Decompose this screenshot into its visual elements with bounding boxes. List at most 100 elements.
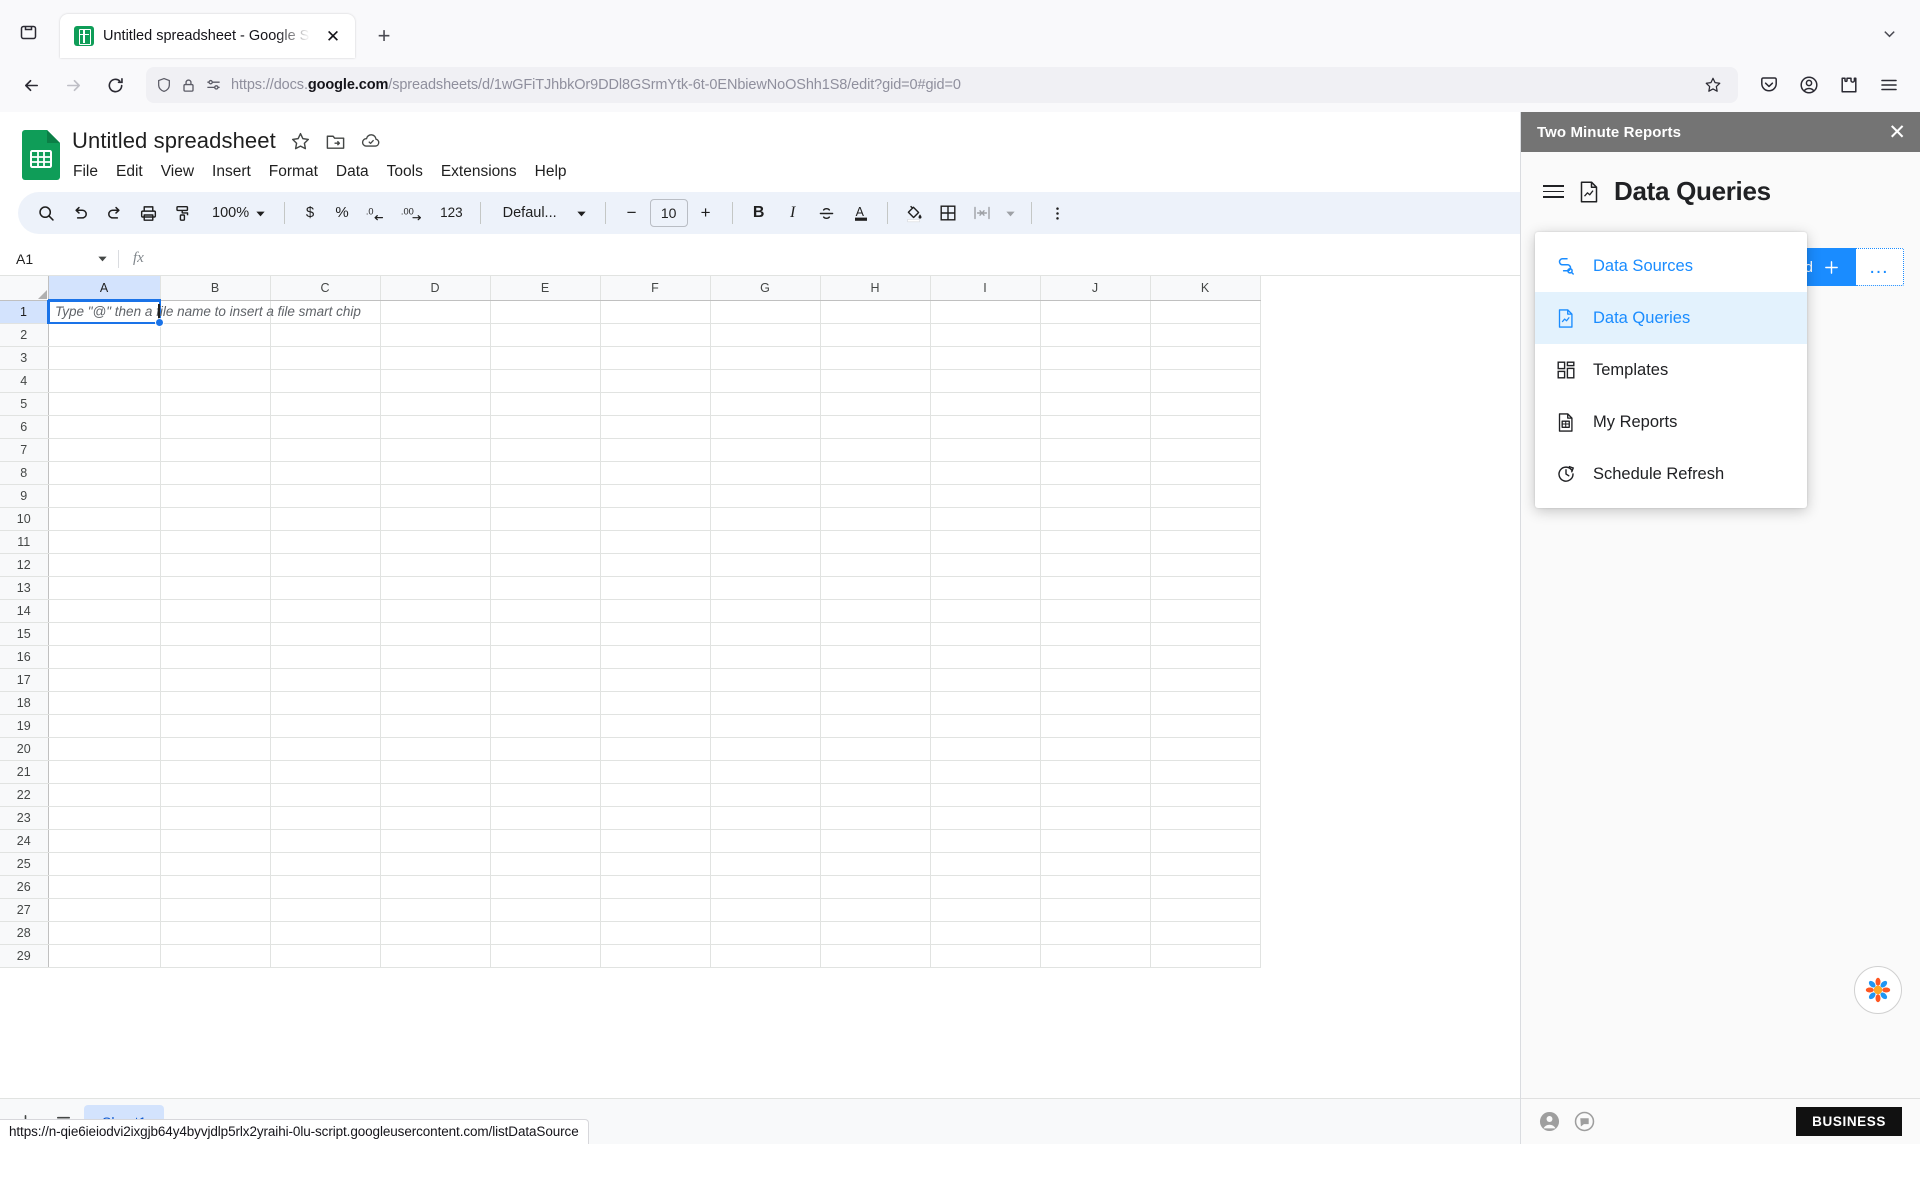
cell-F11[interactable] [600, 530, 711, 554]
cell-B29[interactable] [160, 944, 271, 968]
cell-J24[interactable] [1040, 829, 1151, 853]
cell-F3[interactable] [600, 346, 711, 370]
cell-H6[interactable] [820, 415, 931, 439]
cell-F7[interactable] [600, 438, 711, 462]
cell-K16[interactable] [1150, 645, 1261, 669]
cell-B4[interactable] [160, 369, 271, 393]
cell-F18[interactable] [600, 691, 711, 715]
cell-K15[interactable] [1150, 622, 1261, 646]
cell-E17[interactable] [490, 668, 601, 692]
cell-J3[interactable] [1040, 346, 1151, 370]
cell-E1[interactable] [490, 300, 601, 324]
column-header-b[interactable]: B [160, 276, 271, 301]
cell-C14[interactable] [270, 599, 381, 623]
cell-D9[interactable] [380, 484, 491, 508]
cell-K26[interactable] [1150, 875, 1261, 899]
cell-K5[interactable] [1150, 392, 1261, 416]
cell-F26[interactable] [600, 875, 711, 899]
cell-F20[interactable] [600, 737, 711, 761]
cell-E9[interactable] [490, 484, 601, 508]
cell-B3[interactable] [160, 346, 271, 370]
cell-E21[interactable] [490, 760, 601, 784]
row-header-21[interactable]: 21 [0, 760, 49, 784]
extensions-icon[interactable] [1830, 66, 1868, 104]
row-header-26[interactable]: 26 [0, 875, 49, 899]
row-header-14[interactable]: 14 [0, 599, 49, 623]
cell-J19[interactable] [1040, 714, 1151, 738]
row-header-1[interactable]: 1 [0, 300, 49, 324]
cell-B28[interactable] [160, 921, 271, 945]
cell-F27[interactable] [600, 898, 711, 922]
row-header-5[interactable]: 5 [0, 392, 49, 416]
cell-D5[interactable] [380, 392, 491, 416]
star-icon[interactable] [290, 131, 311, 152]
cell-D25[interactable] [380, 852, 491, 876]
cell-G11[interactable] [710, 530, 821, 554]
cell-D3[interactable] [380, 346, 491, 370]
cell-C8[interactable] [270, 461, 381, 485]
cell-J23[interactable] [1040, 806, 1151, 830]
cell-B24[interactable] [160, 829, 271, 853]
cell-A6[interactable] [48, 415, 161, 439]
menu-help[interactable]: Help [526, 159, 576, 185]
cell-A9[interactable] [48, 484, 161, 508]
cell-A17[interactable] [48, 668, 161, 692]
cell-H5[interactable] [820, 392, 931, 416]
row-header-16[interactable]: 16 [0, 645, 49, 669]
cell-J27[interactable] [1040, 898, 1151, 922]
row-header-24[interactable]: 24 [0, 829, 49, 853]
cell-C10[interactable] [270, 507, 381, 531]
cell-C5[interactable] [270, 392, 381, 416]
cell-E20[interactable] [490, 737, 601, 761]
menu-insert[interactable]: Insert [203, 159, 260, 185]
row-header-3[interactable]: 3 [0, 346, 49, 370]
cell-A19[interactable] [48, 714, 161, 738]
cell-D13[interactable] [380, 576, 491, 600]
cell-K20[interactable] [1150, 737, 1261, 761]
cell-A14[interactable] [48, 599, 161, 623]
redo-icon[interactable] [98, 197, 130, 229]
cell-F13[interactable] [600, 576, 711, 600]
cell-F19[interactable] [600, 714, 711, 738]
cell-E24[interactable] [490, 829, 601, 853]
cell-B17[interactable] [160, 668, 271, 692]
cell-B14[interactable] [160, 599, 271, 623]
cell-J8[interactable] [1040, 461, 1151, 485]
cell-B6[interactable] [160, 415, 271, 439]
cell-F15[interactable] [600, 622, 711, 646]
cell-J25[interactable] [1040, 852, 1151, 876]
cell-I6[interactable] [930, 415, 1041, 439]
cell-I3[interactable] [930, 346, 1041, 370]
cell-J9[interactable] [1040, 484, 1151, 508]
italic-button[interactable]: I [777, 197, 809, 229]
cell-D14[interactable] [380, 599, 491, 623]
menu-item-my-reports[interactable]: My Reports [1535, 396, 1807, 448]
cell-B22[interactable] [160, 783, 271, 807]
cell-C9[interactable] [270, 484, 381, 508]
cell-A28[interactable] [48, 921, 161, 945]
cell-G10[interactable] [710, 507, 821, 531]
cell-E8[interactable] [490, 461, 601, 485]
cell-J21[interactable] [1040, 760, 1151, 784]
cell-I15[interactable] [930, 622, 1041, 646]
cell-H28[interactable] [820, 921, 931, 945]
undo-icon[interactable] [64, 197, 96, 229]
cell-E4[interactable] [490, 369, 601, 393]
cell-J17[interactable] [1040, 668, 1151, 692]
row-header-2[interactable]: 2 [0, 323, 49, 347]
row-header-9[interactable]: 9 [0, 484, 49, 508]
cell-C19[interactable] [270, 714, 381, 738]
row-header-25[interactable]: 25 [0, 852, 49, 876]
cell-K22[interactable] [1150, 783, 1261, 807]
strikethrough-button[interactable] [811, 197, 843, 229]
borders-button[interactable] [932, 197, 964, 229]
row-header-20[interactable]: 20 [0, 737, 49, 761]
cell-D27[interactable] [380, 898, 491, 922]
cell-K29[interactable] [1150, 944, 1261, 968]
cell-F28[interactable] [600, 921, 711, 945]
cell-E22[interactable] [490, 783, 601, 807]
cell-G14[interactable] [710, 599, 821, 623]
decrease-font-size-button[interactable]: − [616, 197, 648, 229]
cell-G21[interactable] [710, 760, 821, 784]
cell-D29[interactable] [380, 944, 491, 968]
